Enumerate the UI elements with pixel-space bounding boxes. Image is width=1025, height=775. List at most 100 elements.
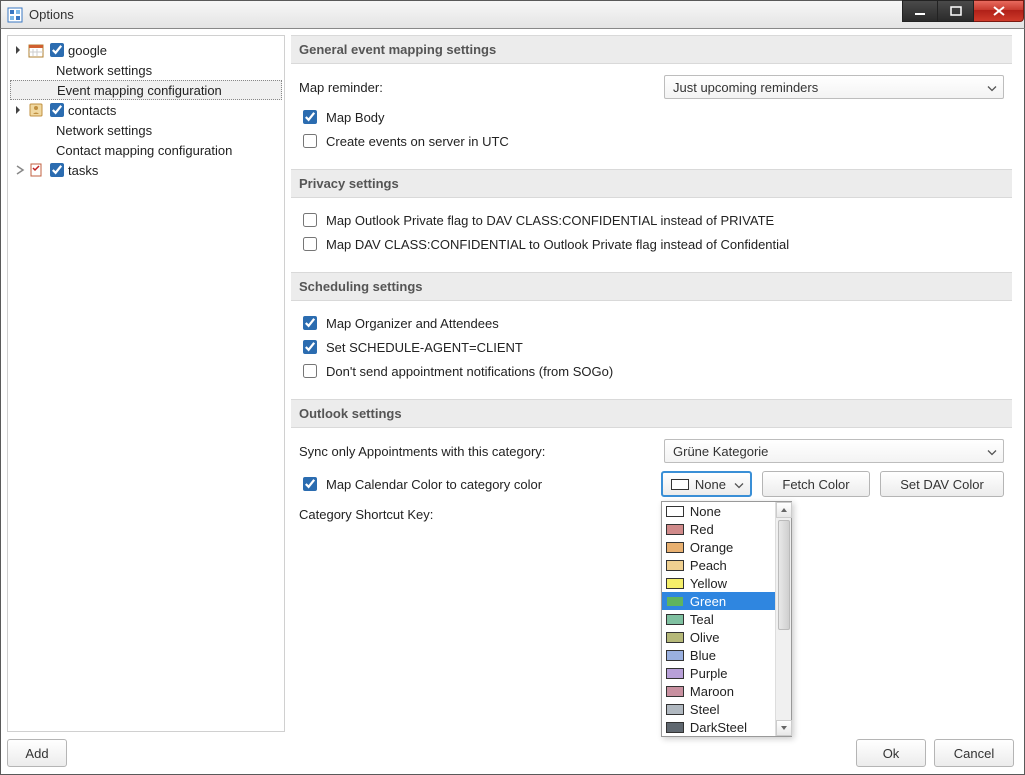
fetch-color-button[interactable]: Fetch Color	[762, 471, 870, 497]
sched-opt1-row[interactable]: Map Organizer and Attendees	[299, 313, 1004, 333]
map-body-checkbox-row[interactable]: Map Body	[299, 107, 1004, 127]
color-swatch-icon	[666, 614, 684, 625]
sched-opt3-row[interactable]: Don't send appointment notifications (fr…	[299, 361, 1004, 381]
expand-icon[interactable]	[14, 164, 26, 176]
privacy-opt2-checkbox[interactable]	[303, 237, 317, 251]
map-color-checkbox[interactable]	[303, 477, 317, 491]
scroll-down-icon[interactable]	[776, 720, 792, 736]
map-color-label: Map Calendar Color to category color	[326, 477, 542, 492]
ok-button[interactable]: Ok	[856, 739, 926, 767]
expand-icon[interactable]	[14, 104, 26, 116]
tree-node-contacts[interactable]: contacts	[10, 100, 282, 120]
category-shortcut-label: Category Shortcut Key:	[299, 507, 433, 522]
tree-check-google[interactable]	[50, 43, 64, 57]
set-dav-color-button[interactable]: Set DAV Color	[880, 471, 1004, 497]
close-button[interactable]	[974, 0, 1024, 22]
color-combo[interactable]: None	[661, 471, 752, 497]
color-option-teal[interactable]: Teal	[662, 610, 791, 628]
color-option-purple[interactable]: Purple	[662, 664, 791, 682]
tree-node-google-network[interactable]: Network settings	[10, 60, 282, 80]
cancel-label: Cancel	[954, 746, 994, 761]
sync-category-combo[interactable]: Grüne Kategorie	[664, 439, 1004, 463]
sched-opt2-row[interactable]: Set SCHEDULE-AGENT=CLIENT	[299, 337, 1004, 357]
tree-node-tasks[interactable]: tasks	[10, 160, 282, 180]
privacy-opt2-label: Map DAV CLASS:CONFIDENTIAL to Outlook Pr…	[326, 237, 789, 252]
titlebar: Options	[0, 0, 1025, 28]
create-utc-checkbox-row[interactable]: Create events on server in UTC	[299, 131, 1004, 151]
color-option-olive[interactable]: Olive	[662, 628, 791, 646]
tree-label: contacts	[68, 103, 116, 118]
chevron-down-icon	[987, 444, 997, 459]
settings-content: General event mapping settings Map remin…	[291, 35, 1018, 732]
color-option-label: Maroon	[690, 684, 734, 699]
color-option-peach[interactable]: Peach	[662, 556, 791, 574]
color-option-green[interactable]: Green	[662, 592, 791, 610]
color-option-label: Yellow	[690, 576, 727, 591]
privacy-opt1-checkbox[interactable]	[303, 213, 317, 227]
tree-label: Contact mapping configuration	[56, 143, 232, 158]
sched-opt1-label: Map Organizer and Attendees	[326, 316, 499, 331]
tree-label: Event mapping configuration	[57, 83, 222, 98]
color-option-label: DarkSteel	[690, 720, 747, 735]
privacy-opt1-label: Map Outlook Private flag to DAV CLASS:CO…	[326, 213, 774, 228]
color-option-red[interactable]: Red	[662, 520, 791, 538]
tree-node-contacts-network[interactable]: Network settings	[10, 120, 282, 140]
tree-label: google	[68, 43, 107, 58]
privacy-opt2-row[interactable]: Map DAV CLASS:CONFIDENTIAL to Outlook Pr…	[299, 234, 1004, 254]
tree-check-tasks[interactable]	[50, 163, 64, 177]
client-area: google Network settings Event mapping co…	[0, 28, 1025, 775]
cancel-button[interactable]: Cancel	[934, 739, 1014, 767]
maximize-button[interactable]	[938, 0, 974, 22]
window-title: Options	[29, 7, 1024, 22]
scroll-thumb[interactable]	[778, 520, 790, 630]
create-utc-label: Create events on server in UTC	[326, 134, 509, 149]
expand-icon[interactable]	[14, 44, 26, 56]
section-header-privacy: Privacy settings	[291, 169, 1012, 198]
color-combo-value: None	[695, 477, 726, 492]
color-swatch-icon	[666, 632, 684, 643]
set-dav-color-label: Set DAV Color	[900, 477, 984, 492]
map-color-row[interactable]: Map Calendar Color to category color	[299, 474, 542, 494]
map-body-checkbox[interactable]	[303, 110, 317, 124]
color-option-none[interactable]: None	[662, 502, 791, 520]
add-button[interactable]: Add	[7, 739, 67, 767]
color-swatch-icon	[666, 704, 684, 715]
color-option-orange[interactable]: Orange	[662, 538, 791, 556]
add-label: Add	[25, 746, 48, 761]
color-option-yellow[interactable]: Yellow	[662, 574, 791, 592]
tasks-icon	[28, 162, 44, 178]
color-option-label: Green	[690, 594, 726, 609]
tree-label: Network settings	[56, 123, 152, 138]
app-icon	[7, 7, 23, 23]
tree-node-google[interactable]: google	[10, 40, 282, 60]
chevron-down-icon	[987, 80, 997, 95]
ok-label: Ok	[883, 746, 900, 761]
sched-opt1-checkbox[interactable]	[303, 316, 317, 330]
bottom-bar: Add Ok Cancel	[7, 738, 1014, 768]
color-option-maroon[interactable]: Maroon	[662, 682, 791, 700]
section-header-scheduling: Scheduling settings	[291, 272, 1012, 301]
section-header-outlook: Outlook settings	[291, 399, 1012, 428]
color-option-steel[interactable]: Steel	[662, 700, 791, 718]
minimize-button[interactable]	[902, 0, 938, 22]
map-body-label: Map Body	[326, 110, 385, 125]
color-option-blue[interactable]: Blue	[662, 646, 791, 664]
tree-node-contacts-contactmapping[interactable]: Contact mapping configuration	[10, 140, 282, 160]
sync-category-value: Grüne Kategorie	[673, 444, 768, 459]
map-reminder-combo[interactable]: Just upcoming reminders	[664, 75, 1004, 99]
scroll-up-icon[interactable]	[776, 502, 792, 518]
sched-opt2-checkbox[interactable]	[303, 340, 317, 354]
sched-opt3-checkbox[interactable]	[303, 364, 317, 378]
tree-label: Network settings	[56, 63, 152, 78]
tree-check-contacts[interactable]	[50, 103, 64, 117]
tree-node-google-eventmapping[interactable]: Event mapping configuration	[10, 80, 282, 100]
color-dropdown[interactable]: NoneRedOrangePeach Yellow GreenTealOliveBl…	[661, 501, 792, 737]
privacy-opt1-row[interactable]: Map Outlook Private flag to DAV CLASS:CO…	[299, 210, 1004, 230]
scrollbar[interactable]	[775, 502, 791, 736]
contacts-icon	[28, 102, 44, 118]
color-swatch-icon	[666, 578, 684, 589]
color-swatch-icon	[666, 686, 684, 697]
color-option-darksteel[interactable]: DarkSteel	[662, 718, 791, 736]
profile-tree[interactable]: google Network settings Event mapping co…	[7, 35, 285, 732]
create-utc-checkbox[interactable]	[303, 134, 317, 148]
